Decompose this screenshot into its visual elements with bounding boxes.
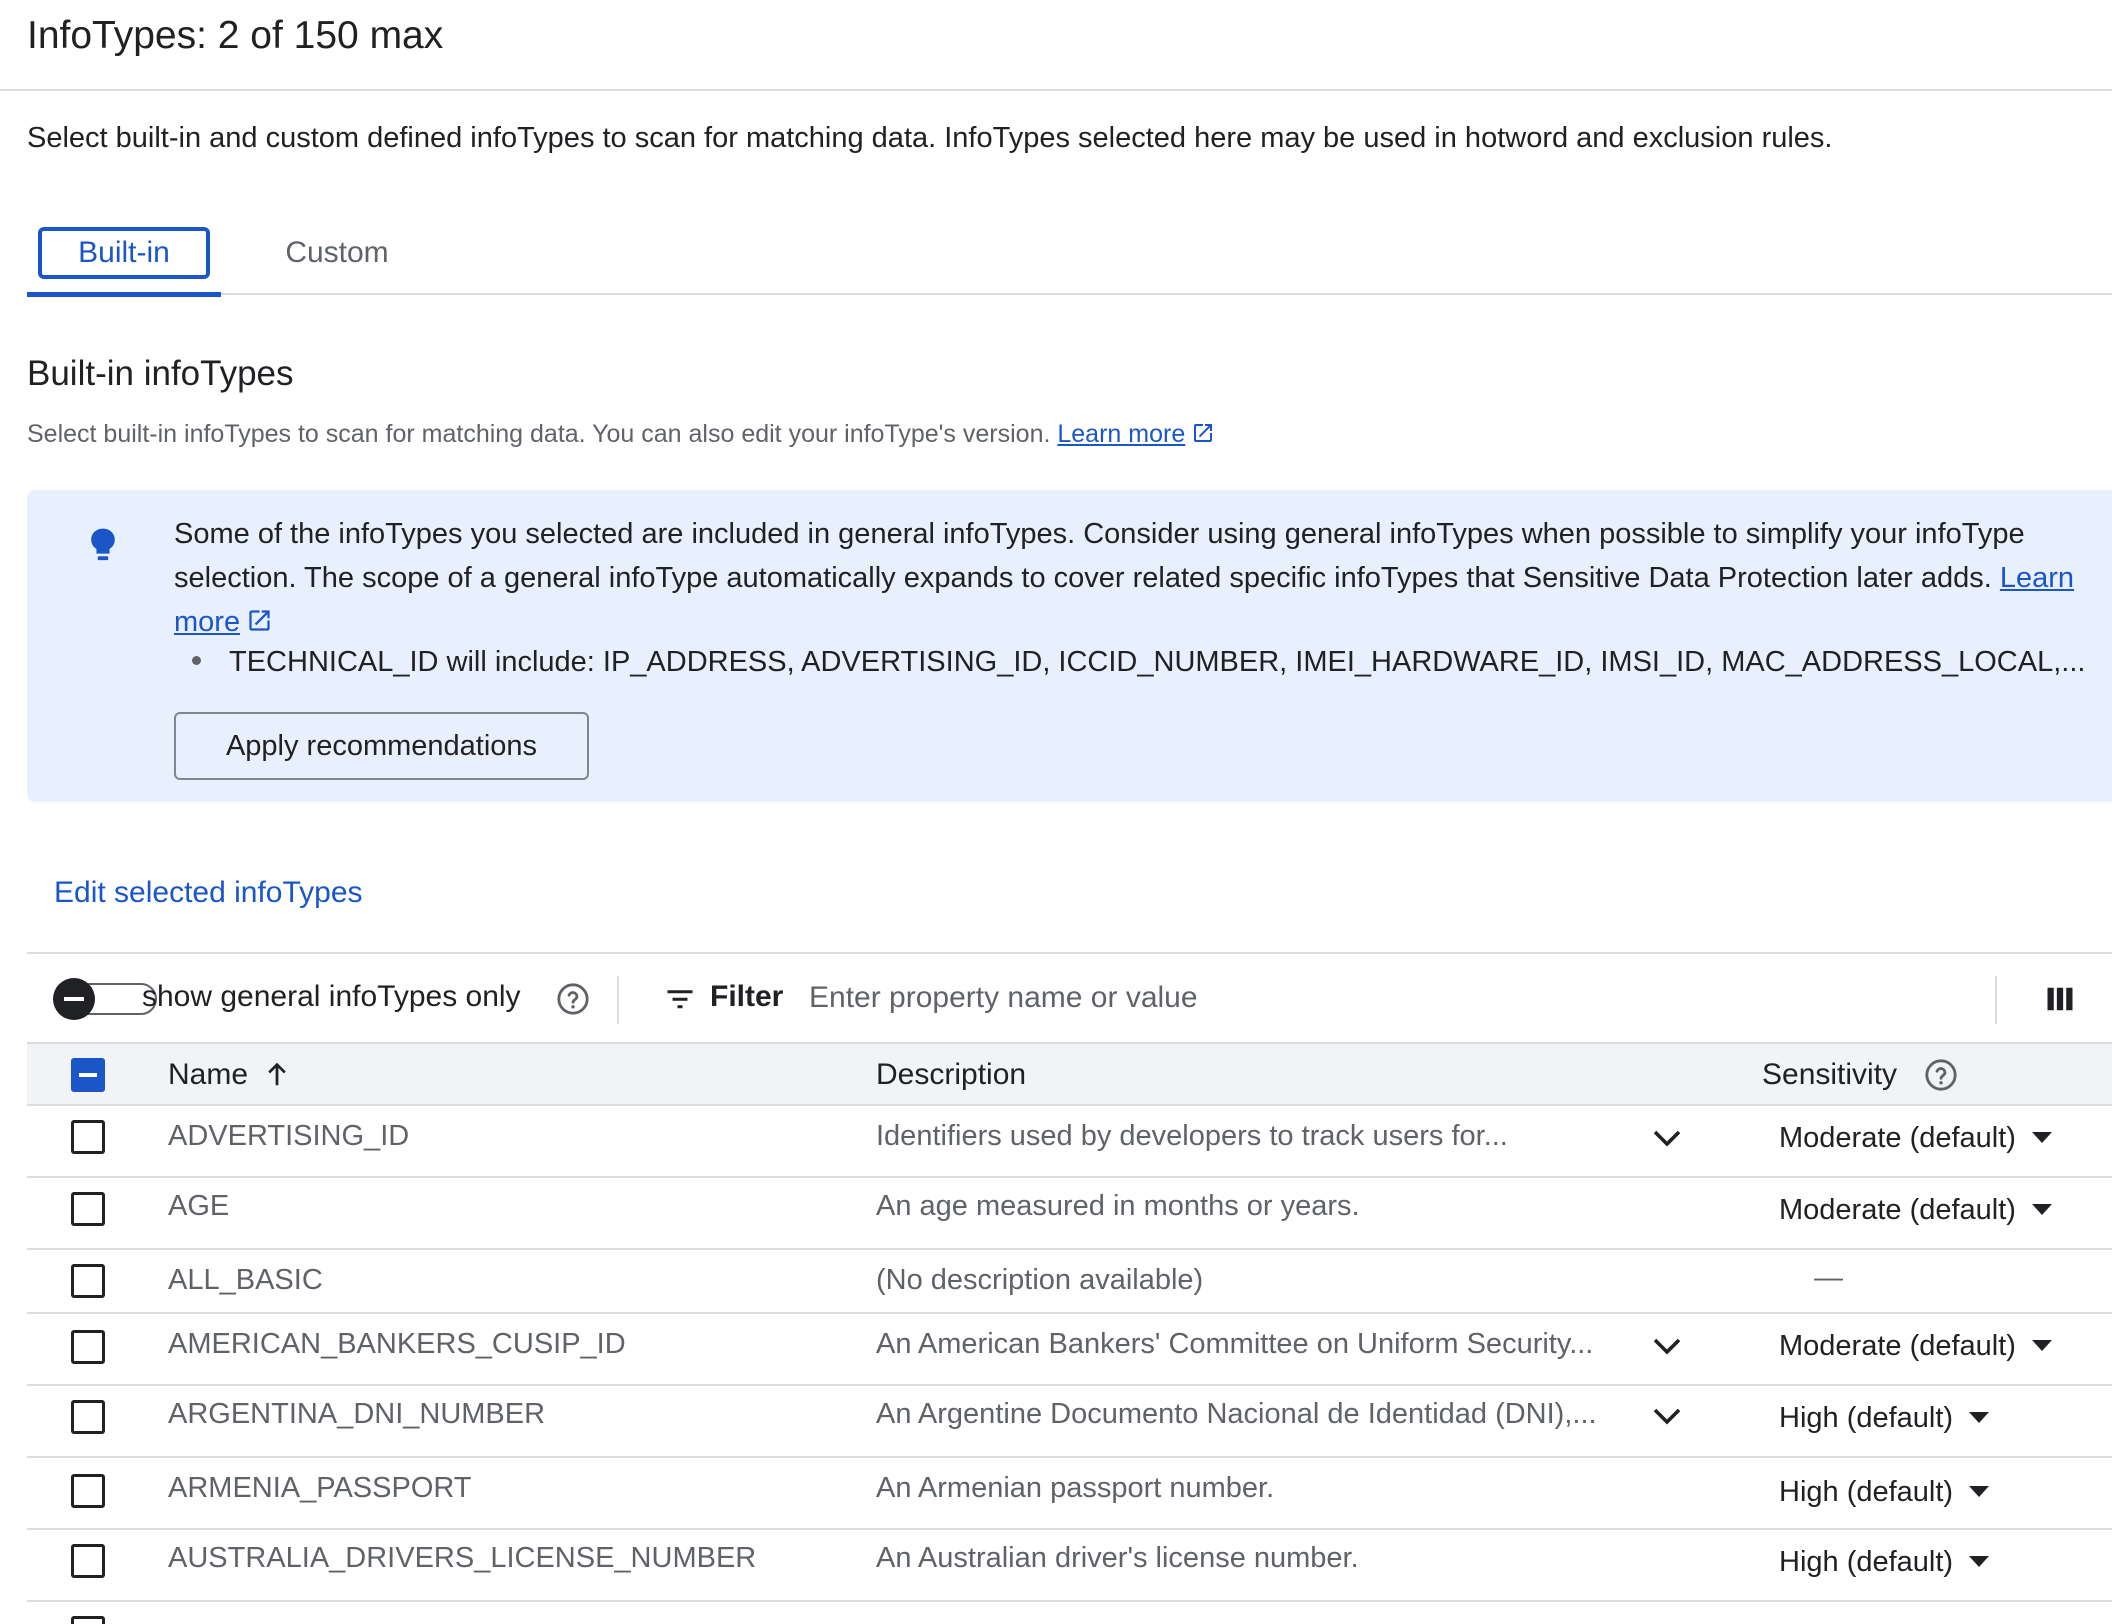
sensitivity-value: High (default) (1779, 1402, 1954, 1434)
recommendation-banner: Some of the infoTypes you selected are i… (27, 490, 2112, 802)
caret-down-icon (1969, 1485, 1990, 1497)
filter-label: Filter (710, 980, 784, 1013)
cell-description: An American Bankers' Committee on Unifor… (876, 1328, 1594, 1360)
chevron-down-icon[interactable] (1649, 1120, 1685, 1156)
cell-name: AUSTRALIA_DRIVERS_LICENSE_NUMBER (168, 1542, 757, 1574)
table-row: AUSTRALIA_DRIVERS_LICENSE_NUMBER An Aust… (27, 1530, 2112, 1602)
sensitivity-empty: — (1814, 1262, 1843, 1294)
sensitivity-dropdown[interactable]: High (default) (1779, 1402, 1990, 1435)
tab-custom-label: Custom (285, 236, 389, 269)
arrow-up-icon (268, 1062, 286, 1086)
filter-icon (667, 990, 693, 1009)
caret-down-icon (1969, 1555, 1990, 1567)
sensitivity-dropdown[interactable]: High (default) (1779, 1546, 1990, 1579)
cell-description: An Argentine Documento Nacional de Ident… (876, 1398, 1597, 1430)
tab-built-in[interactable]: Built-in (27, 225, 221, 297)
row-checkbox[interactable] (71, 1616, 105, 1624)
tab-bar: Built-in Custom (27, 225, 2112, 297)
cell-name: AGE (168, 1190, 230, 1222)
section-learn-more-label: Learn more (1057, 420, 1186, 448)
sensitivity-dropdown[interactable]: Moderate (default) (1779, 1194, 2052, 1227)
column-header-name[interactable]: Name (168, 1058, 292, 1092)
table-row: ADVERTISING_ID Identifiers used by devel… (27, 1106, 2112, 1178)
tab-active-indicator (27, 292, 221, 297)
edit-selected-infotypes-link[interactable]: Edit selected infoTypes (54, 876, 363, 910)
banner-bullet-text: TECHNICAL_ID will include: IP_ADDRESS, A… (229, 646, 2086, 678)
sensitivity-value: High (default) (1779, 1546, 1954, 1578)
section-subtitle: Select built-in infoTypes to scan for ma… (27, 420, 1215, 449)
tab-built-in-label: Built-in (78, 236, 170, 269)
toolbar-divider (617, 976, 619, 1024)
sensitivity-dropdown[interactable]: High (default) (1779, 1476, 1990, 1509)
column-display-icon[interactable] (2045, 984, 2075, 1014)
cell-description: (No description available) (876, 1264, 1204, 1296)
cell-description: Identifiers used by developers to track … (876, 1120, 1508, 1152)
sensitivity-value: High (default) (1779, 1476, 1954, 1508)
sensitivity-value: Moderate (default) (1779, 1122, 2016, 1154)
banner-bullet-item: TECHNICAL_ID will include: IP_ADDRESS, A… (192, 646, 2092, 679)
intro-text: Select built-in and custom defined infoT… (27, 122, 1833, 154)
chevron-down-icon[interactable] (1649, 1398, 1685, 1434)
caret-down-icon (2031, 1203, 2052, 1215)
table-row: AGE An age measured in months or years. … (27, 1178, 2112, 1250)
caret-down-icon (1969, 1411, 1990, 1423)
apply-recommendations-button[interactable]: Apply recommendations (174, 712, 589, 780)
row-checkbox[interactable] (71, 1400, 105, 1434)
lightbulb-icon (91, 528, 115, 561)
help-icon[interactable] (556, 982, 590, 1016)
row-checkbox[interactable] (71, 1474, 105, 1508)
external-link-icon (249, 610, 270, 631)
cell-name: AMERICAN_BANKERS_CUSIP_ID (168, 1328, 626, 1360)
toggle-label: show general infoTypes only (142, 980, 521, 1013)
filter-input[interactable] (809, 972, 2009, 1024)
banner-message: Some of the infoTypes you selected are i… (174, 512, 2104, 644)
row-checkbox[interactable] (71, 1192, 105, 1226)
row-checkbox[interactable] (71, 1264, 105, 1298)
table-row (27, 1602, 2112, 1624)
column-header-description: Description (876, 1058, 1027, 1091)
chevron-down-icon[interactable] (1649, 1328, 1685, 1364)
table-row: ARMENIA_PASSPORT An Armenian passport nu… (27, 1458, 2112, 1530)
header-divider (0, 89, 2112, 91)
cell-description: An age measured in months or years. (876, 1190, 1360, 1222)
caret-down-icon (2031, 1339, 2052, 1351)
table-row: AMERICAN_BANKERS_CUSIP_ID An American Ba… (27, 1314, 2112, 1386)
external-link-icon (1194, 424, 1213, 442)
infotypes-table: Name Description Sensitivity ADVERTISING… (27, 1044, 2112, 1624)
tab-custom[interactable]: Custom (257, 225, 417, 293)
table-row: ALL_BASIC (No description available) — (27, 1250, 2112, 1314)
row-checkbox[interactable] (71, 1120, 105, 1154)
section-subtitle-text: Select built-in infoTypes to scan for ma… (27, 420, 1051, 448)
caret-down-icon (2031, 1131, 2052, 1143)
cell-name: ALL_BASIC (168, 1264, 323, 1296)
column-header-name-label: Name (168, 1058, 249, 1091)
section-learn-more-link[interactable]: Learn more (1057, 420, 1215, 448)
column-header-sensitivity: Sensitivity (1762, 1058, 1897, 1092)
row-checkbox[interactable] (71, 1544, 105, 1578)
help-icon[interactable] (1924, 1058, 1958, 1092)
row-checkbox[interactable] (71, 1330, 105, 1364)
cell-name: ARMENIA_PASSPORT (168, 1472, 472, 1504)
toggle-knob (53, 978, 95, 1020)
column-header-sensitivity-label: Sensitivity (1762, 1058, 1898, 1091)
sensitivity-dropdown[interactable]: Moderate (default) (1779, 1330, 2052, 1363)
sensitivity-dropdown[interactable]: Moderate (default) (1779, 1122, 2052, 1155)
cell-name: ARGENTINA_DNI_NUMBER (168, 1398, 546, 1430)
sensitivity-value: Moderate (default) (1779, 1194, 2016, 1226)
cell-description: An Armenian passport number. (876, 1472, 1275, 1504)
cell-name: ADVERTISING_ID (168, 1120, 410, 1152)
banner-message-text: Some of the infoTypes you selected are i… (174, 518, 2025, 594)
bullet-dot (192, 655, 201, 665)
sensitivity-value: Moderate (default) (1779, 1330, 2016, 1362)
page-title: InfoTypes: 2 of 150 max (27, 14, 444, 57)
table-toolbar: show general infoTypes only Filter (27, 952, 2112, 1044)
table-header: Name Description Sensitivity (27, 1044, 2112, 1106)
select-all-checkbox[interactable] (71, 1058, 105, 1092)
section-title: Built-in infoTypes (27, 354, 294, 393)
table-row: ARGENTINA_DNI_NUMBER An Argentine Docume… (27, 1386, 2112, 1458)
toolbar-divider (1995, 976, 1997, 1024)
cell-description: An Australian driver's license number. (876, 1542, 1359, 1574)
